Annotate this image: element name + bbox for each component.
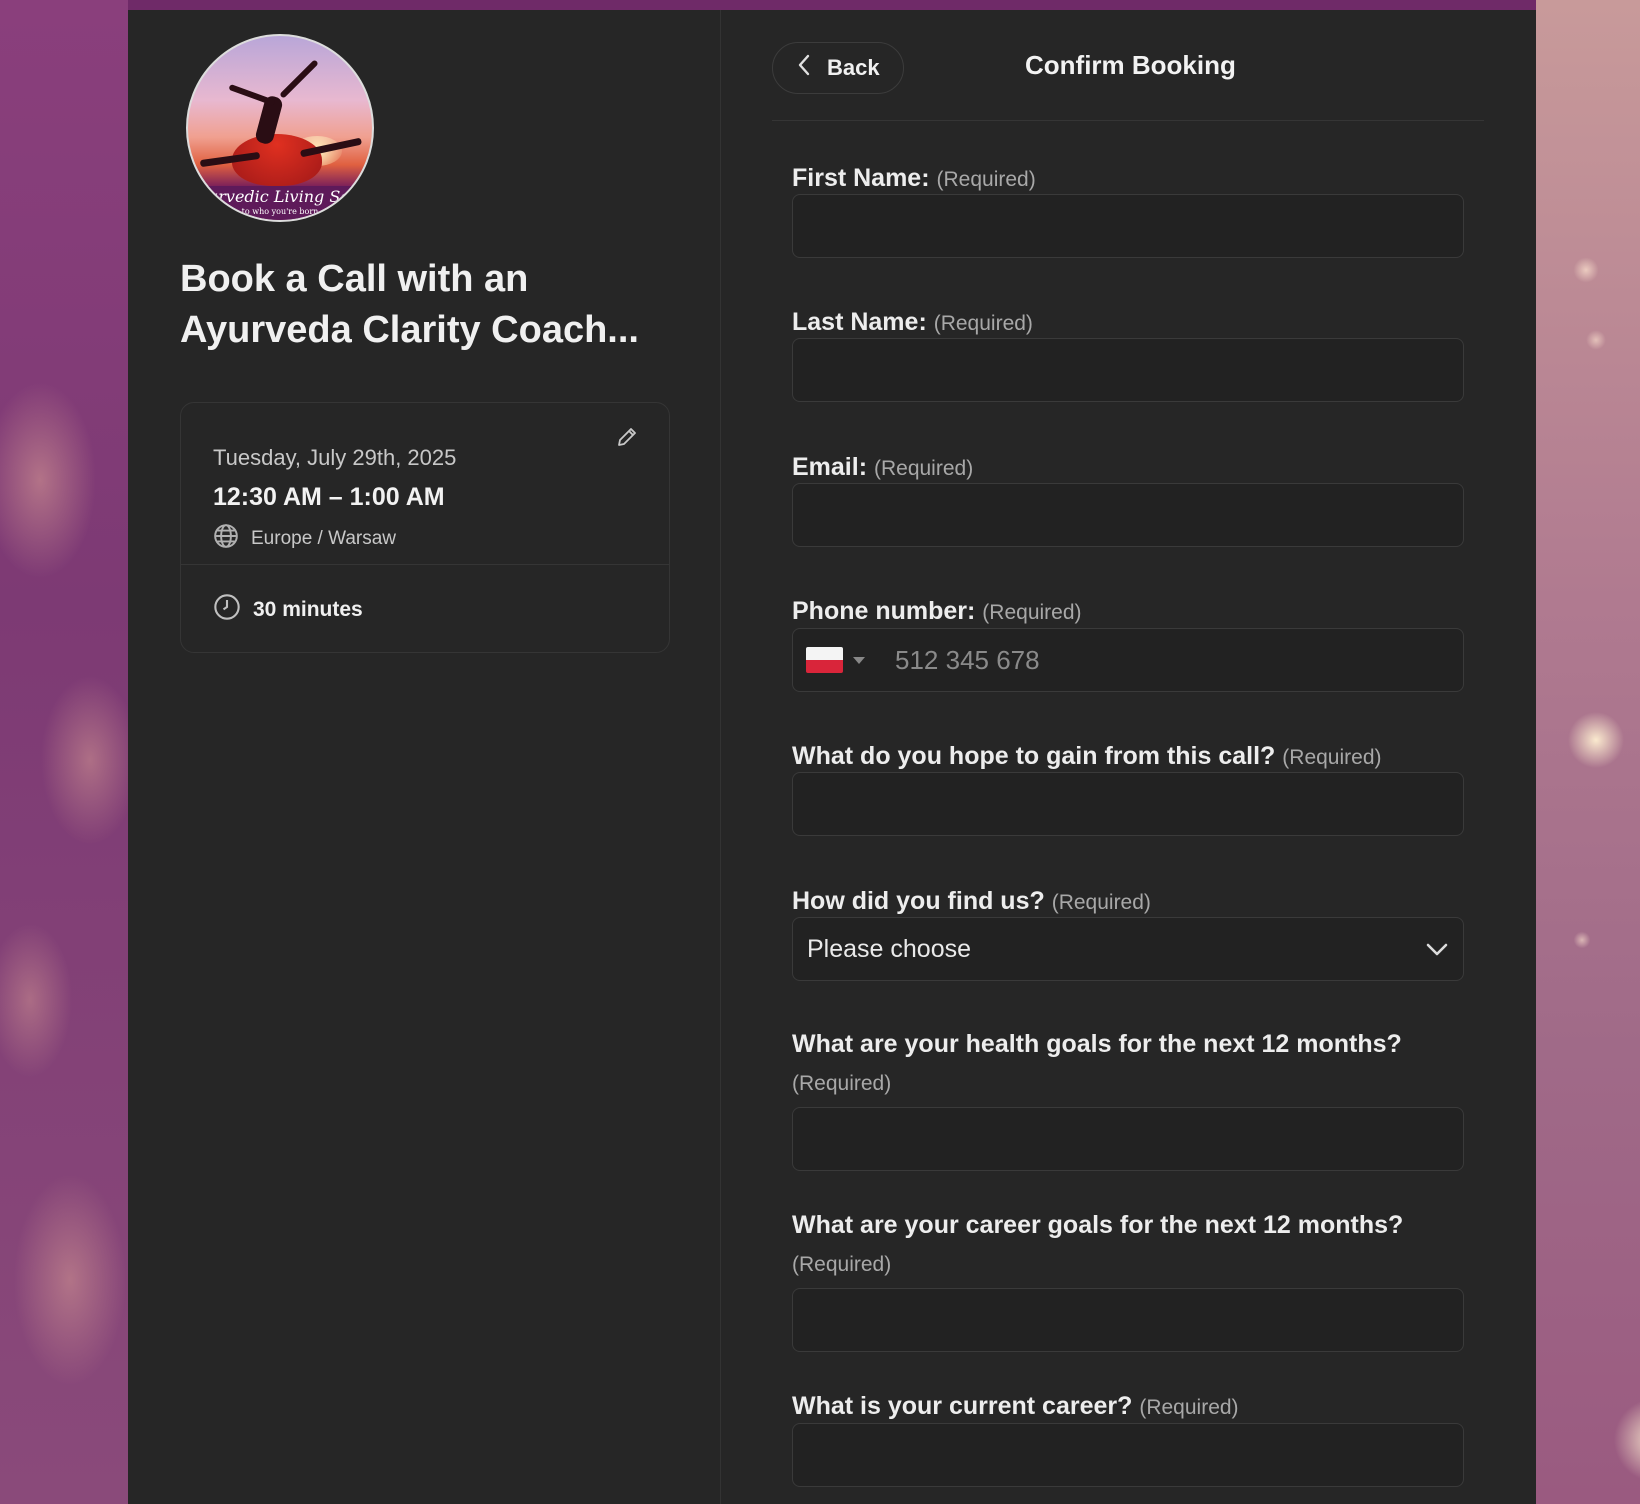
career-goals-required: (Required) — [792, 1253, 892, 1276]
current-career-label: What is your current career? (Required) — [792, 1392, 1239, 1420]
back-label: Back — [827, 55, 880, 80]
event-date: Tuesday, July 29th, 2025 — [213, 445, 457, 470]
caret-down-icon — [853, 656, 865, 664]
background-right — [1536, 0, 1640, 1504]
event-summary-panel: Ayurvedic Living School to who you're bo… — [128, 10, 721, 1504]
phone-label: Phone number: (Required) — [792, 597, 1082, 625]
gain-label: What do you hope to gain from this call?… — [792, 742, 1382, 770]
find-us-select[interactable]: Please choose — [792, 917, 1464, 981]
avatar-banner: Ayurvedic Living School to who you're bo… — [188, 186, 372, 220]
find-us-label: How did you find us? (Required) — [792, 887, 1151, 915]
booking-card: Ayurvedic Living School to who you're bo… — [128, 10, 1536, 1504]
find-us-selected: Please choose — [807, 934, 972, 963]
last-name-field[interactable] — [792, 338, 1464, 402]
event-timezone: Europe / Warsaw — [213, 523, 396, 555]
pencil-icon[interactable] — [615, 425, 639, 449]
last-name-label: Last Name: (Required) — [792, 308, 1033, 336]
back-button[interactable]: Back — [772, 42, 904, 94]
health-goals-required: (Required) — [792, 1072, 892, 1095]
current-career-field[interactable] — [792, 1423, 1464, 1487]
background-left — [0, 0, 128, 1504]
booking-form-panel: Back Confirm Booking First Name: (Requir… — [721, 10, 1536, 1504]
gain-field[interactable] — [792, 772, 1464, 836]
first-name-label: First Name: (Required) — [792, 164, 1036, 192]
phone-field — [792, 628, 1464, 692]
duration-label: 30 minutes — [253, 598, 363, 621]
chevron-left-icon — [795, 53, 813, 83]
timezone-label: Europe / Warsaw — [251, 528, 397, 549]
chevron-down-icon — [1425, 935, 1449, 964]
event-time: 12:30 AM – 1:00 AM — [213, 483, 445, 511]
career-goals-field[interactable] — [792, 1288, 1464, 1352]
country-selector[interactable] — [793, 629, 883, 691]
health-goals-label: What are your health goals for the next … — [792, 1030, 1402, 1058]
globe-icon — [213, 523, 239, 555]
first-name-field[interactable] — [792, 194, 1464, 258]
page-title: Confirm Booking — [1025, 50, 1236, 80]
email-field[interactable] — [792, 483, 1464, 547]
phone-input[interactable] — [883, 629, 1463, 691]
clock-icon — [213, 593, 241, 627]
event-duration: 30 minutes — [213, 593, 363, 627]
health-goals-field[interactable] — [792, 1107, 1464, 1171]
poland-flag-icon — [806, 647, 843, 673]
event-details-box: Tuesday, July 29th, 2025 12:30 AM – 1:00… — [180, 402, 670, 653]
organizer-avatar: Ayurvedic Living School to who you're bo… — [186, 34, 374, 222]
event-title: Book a Call with an Ayurveda Clarity Coa… — [180, 258, 639, 351]
career-goals-label: What are your career goals for the next … — [792, 1211, 1404, 1239]
header-divider — [772, 120, 1484, 121]
email-label: Email: (Required) — [792, 453, 974, 481]
